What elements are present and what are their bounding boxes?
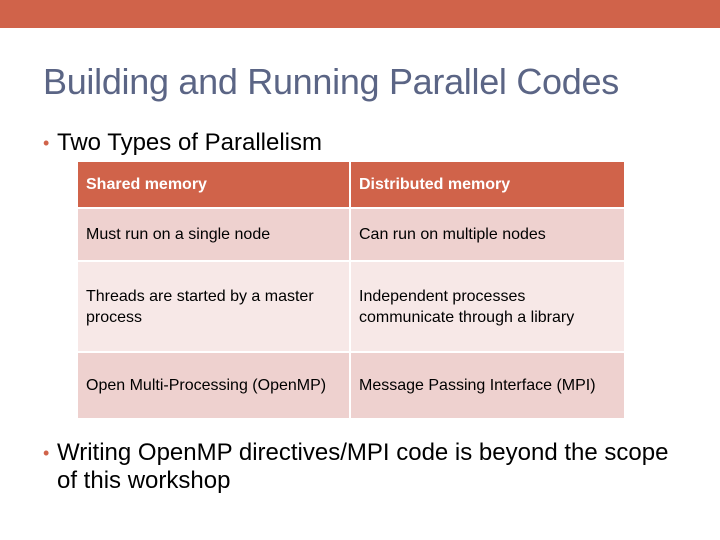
bullet-text: Writing OpenMP directives/MPI code is be…	[57, 439, 669, 494]
top-accent-bar	[0, 0, 720, 28]
bullet-dot-icon: •	[43, 133, 50, 153]
table-cell: Open Multi-Processing (OpenMP)	[78, 352, 351, 420]
table-cell: Threads are started by a master process	[78, 261, 351, 353]
table-cell: Must run on a single node	[78, 208, 351, 262]
table-row: Open Multi-Processing (OpenMP) Message P…	[78, 352, 624, 420]
bullet-item: • Two Types of Parallelism	[43, 129, 683, 157]
parallelism-table: Shared memory Distributed memory Must ru…	[78, 162, 624, 420]
table-cell: Message Passing Interface (MPI)	[350, 352, 624, 420]
table-cell: Independent processes communicate throug…	[350, 261, 624, 353]
slide-title: Building and Running Parallel Codes	[43, 61, 619, 102]
bullet-dot-icon: •	[43, 443, 50, 463]
table-row: Threads are started by a master process …	[78, 261, 624, 353]
bullet-text: Two Types of Parallelism	[57, 129, 322, 156]
bullet-item: • Writing OpenMP directives/MPI code is …	[43, 439, 683, 495]
table-header-row: Shared memory Distributed memory	[78, 162, 624, 209]
table-header-cell: Distributed memory	[350, 162, 624, 209]
table-cell: Can run on multiple nodes	[350, 208, 624, 262]
table-row: Must run on a single node Can run on mul…	[78, 208, 624, 262]
table-header-cell: Shared memory	[78, 162, 351, 209]
